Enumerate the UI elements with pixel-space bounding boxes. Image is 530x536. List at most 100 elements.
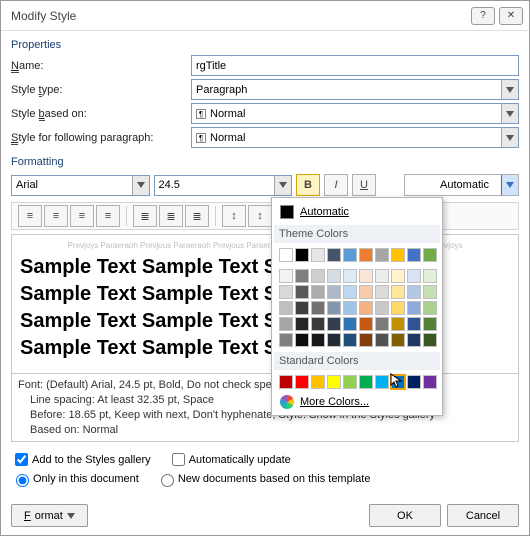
color-swatch[interactable] — [311, 375, 325, 389]
color-swatch[interactable] — [407, 301, 421, 315]
color-swatch[interactable] — [391, 301, 405, 315]
style-type-select[interactable]: Paragraph — [191, 79, 519, 100]
color-swatch[interactable] — [407, 269, 421, 283]
color-swatch[interactable] — [391, 333, 405, 347]
font-name-select[interactable]: Arial — [11, 175, 150, 196]
add-gallery-checkbox[interactable]: Add to the Styles gallery — [11, 450, 151, 469]
color-swatch[interactable] — [327, 375, 341, 389]
following-select[interactable]: ¶ Normal — [191, 127, 519, 148]
automatic-color-item[interactable]: Automatic — [276, 202, 438, 222]
color-swatch[interactable] — [279, 301, 293, 315]
spacing2-button[interactable]: ≣ — [185, 205, 209, 227]
color-swatch[interactable] — [343, 285, 357, 299]
color-swatch[interactable] — [407, 317, 421, 331]
color-swatch[interactable] — [359, 248, 373, 262]
color-swatch[interactable] — [391, 285, 405, 299]
cancel-button[interactable]: Cancel — [447, 504, 519, 527]
close-button[interactable]: ✕ — [499, 7, 523, 25]
color-swatch[interactable] — [375, 301, 389, 315]
color-swatch[interactable] — [359, 285, 373, 299]
color-swatch[interactable] — [407, 375, 421, 389]
color-swatch[interactable] — [343, 333, 357, 347]
color-swatch[interactable] — [311, 333, 325, 347]
color-swatch[interactable] — [375, 333, 389, 347]
color-swatch[interactable] — [359, 317, 373, 331]
italic-button[interactable]: I — [324, 174, 348, 196]
format-button[interactable]: Format — [11, 504, 88, 527]
underline-button[interactable]: U — [352, 174, 376, 196]
color-swatch[interactable] — [343, 301, 357, 315]
color-swatch[interactable] — [327, 269, 341, 283]
color-swatch[interactable] — [295, 317, 309, 331]
new-documents-radio[interactable]: New documents based on this template — [156, 471, 371, 487]
spacing15-button[interactable]: ≣ — [159, 205, 183, 227]
color-swatch[interactable] — [327, 285, 341, 299]
font-size-select[interactable]: 24.5 — [154, 175, 293, 196]
chevron-down-icon[interactable] — [501, 175, 518, 195]
color-swatch[interactable] — [375, 285, 389, 299]
align-right-button[interactable]: ≡ — [70, 205, 94, 227]
color-swatch[interactable] — [279, 317, 293, 331]
color-swatch[interactable] — [423, 333, 437, 347]
color-swatch[interactable] — [327, 317, 341, 331]
color-swatch[interactable] — [295, 269, 309, 283]
color-swatch[interactable] — [295, 285, 309, 299]
color-swatch[interactable] — [359, 301, 373, 315]
color-swatch[interactable] — [423, 248, 437, 262]
color-swatch[interactable] — [327, 301, 341, 315]
color-swatch[interactable] — [375, 269, 389, 283]
color-swatch[interactable] — [295, 333, 309, 347]
color-swatch[interactable] — [423, 285, 437, 299]
color-swatch[interactable] — [327, 333, 341, 347]
color-swatch[interactable] — [343, 248, 357, 262]
space-after-button[interactable]: ↕ — [248, 205, 272, 227]
space-before-button[interactable]: ↕ — [222, 205, 246, 227]
color-swatch[interactable] — [295, 375, 309, 389]
color-swatch[interactable] — [375, 317, 389, 331]
color-swatch[interactable] — [343, 269, 357, 283]
align-justify-button[interactable]: ≡ — [96, 205, 120, 227]
help-button[interactable]: ? — [471, 7, 495, 25]
only-document-radio[interactable]: Only in this document — [11, 471, 139, 487]
color-swatch[interactable] — [391, 248, 405, 262]
color-swatch[interactable] — [423, 301, 437, 315]
color-swatch[interactable] — [343, 375, 357, 389]
color-swatch[interactable] — [295, 248, 309, 262]
color-swatch[interactable] — [359, 269, 373, 283]
color-swatch[interactable] — [279, 248, 293, 262]
ok-button[interactable]: OK — [369, 504, 441, 527]
auto-update-checkbox[interactable]: Automatically update — [168, 450, 291, 469]
color-swatch[interactable] — [295, 301, 309, 315]
color-swatch[interactable] — [391, 375, 405, 389]
name-input[interactable]: rgTitle — [191, 55, 519, 76]
more-colors-item[interactable]: More Colors... — [276, 391, 438, 413]
color-swatch[interactable] — [279, 269, 293, 283]
color-swatch[interactable] — [423, 375, 437, 389]
bold-button[interactable]: B — [296, 174, 320, 196]
color-swatch[interactable] — [359, 333, 373, 347]
align-left-button[interactable]: ≡ — [18, 205, 42, 227]
color-swatch[interactable] — [311, 301, 325, 315]
color-swatch[interactable] — [391, 317, 405, 331]
color-swatch[interactable] — [407, 333, 421, 347]
font-color-button[interactable]: Automatic — [404, 174, 519, 196]
spacing1-button[interactable]: ≣ — [133, 205, 157, 227]
color-swatch[interactable] — [311, 248, 325, 262]
color-swatch[interactable] — [375, 248, 389, 262]
color-swatch[interactable] — [423, 317, 437, 331]
color-swatch[interactable] — [279, 285, 293, 299]
color-swatch[interactable] — [391, 269, 405, 283]
color-swatch[interactable] — [327, 248, 341, 262]
color-swatch[interactable] — [343, 317, 357, 331]
color-swatch[interactable] — [407, 285, 421, 299]
color-swatch[interactable] — [423, 269, 437, 283]
color-swatch[interactable] — [311, 269, 325, 283]
align-center-button[interactable]: ≡ — [44, 205, 68, 227]
based-on-select[interactable]: ¶ Normal — [191, 103, 519, 124]
color-swatch[interactable] — [279, 375, 293, 389]
color-swatch[interactable] — [279, 333, 293, 347]
color-swatch[interactable] — [407, 248, 421, 262]
color-swatch[interactable] — [311, 285, 325, 299]
color-swatch[interactable] — [359, 375, 373, 389]
color-swatch[interactable] — [311, 317, 325, 331]
